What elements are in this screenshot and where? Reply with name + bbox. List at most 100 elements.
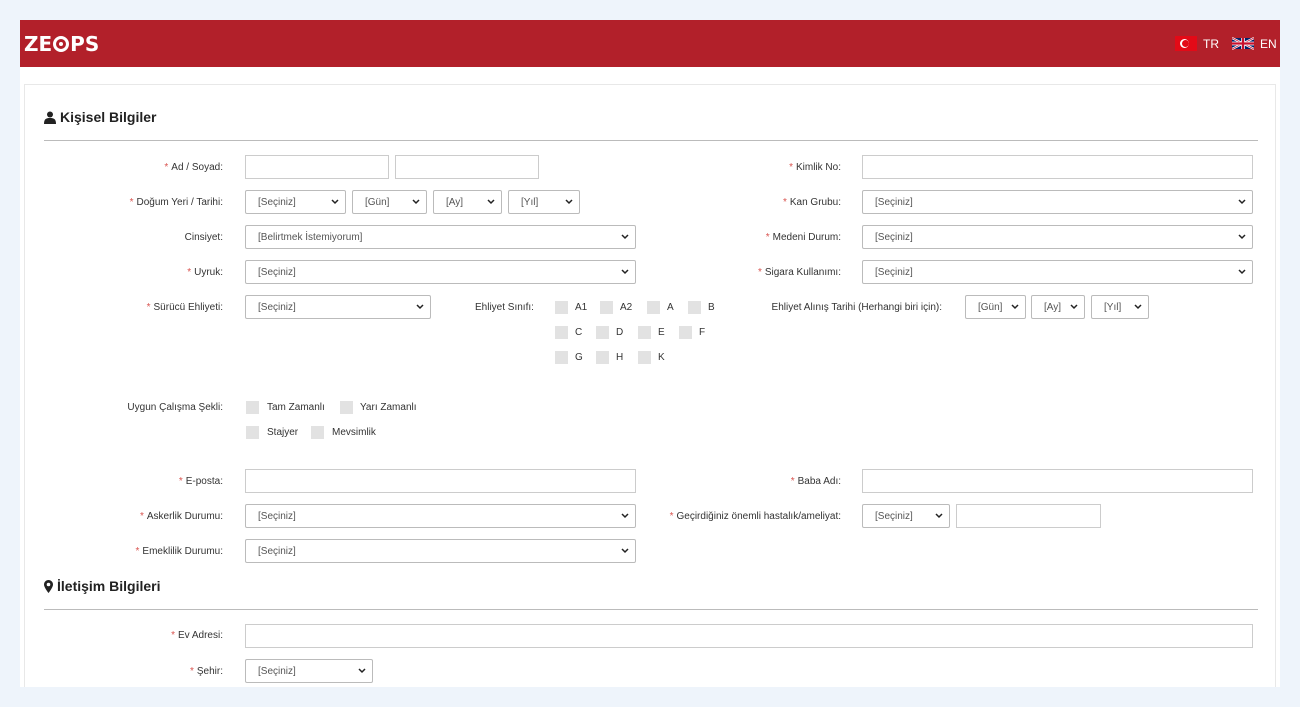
email-input[interactable] bbox=[245, 469, 636, 493]
license-class-f-checkbox[interactable] bbox=[679, 326, 692, 339]
contact-section-title: İletişim Bilgileri bbox=[44, 578, 160, 594]
blood-group-select[interactable]: [Seçiniz] bbox=[862, 190, 1253, 214]
license-date-label: Ehliyet Alınış Tarihi (Herhangi biri içi… bbox=[771, 302, 942, 313]
lang-tr-button[interactable]: TR bbox=[1175, 36, 1219, 51]
chevron-down-icon bbox=[416, 304, 424, 310]
zeops-logo[interactable]: ZE PS bbox=[24, 32, 99, 56]
license-select[interactable]: [Seçiniz] bbox=[245, 295, 431, 319]
nationality-select[interactable]: [Seçiniz] bbox=[245, 260, 636, 284]
section-divider bbox=[44, 140, 1258, 141]
chevron-down-icon bbox=[1134, 304, 1142, 310]
work-seasonal-label: Mevsimlik bbox=[332, 427, 376, 438]
work-seasonal-checkbox[interactable] bbox=[311, 426, 324, 439]
license-class-b-checkbox[interactable] bbox=[688, 301, 701, 314]
turkey-flag-icon bbox=[1175, 36, 1197, 51]
license-label: * Sürücü Ehliyeti: bbox=[146, 302, 223, 313]
license-class-a2-label: A2 bbox=[620, 302, 633, 313]
license-day-select[interactable]: [Gün] bbox=[965, 295, 1026, 319]
name-label: * Ad / Soyad: bbox=[164, 162, 223, 173]
license-class-e-label: E bbox=[658, 327, 665, 338]
chevron-down-icon bbox=[1238, 199, 1246, 205]
chevron-down-icon bbox=[621, 548, 629, 554]
license-class-h-label: H bbox=[616, 352, 624, 363]
father-name-input[interactable] bbox=[862, 469, 1253, 493]
smoking-label: * Sigara Kullanımı: bbox=[757, 267, 841, 278]
birth-place-select[interactable]: [Seçiniz] bbox=[245, 190, 346, 214]
chevron-down-icon bbox=[1238, 269, 1246, 275]
illness-label: * Geçirdiğiniz önemli hastalık/ameliyat: bbox=[669, 511, 841, 522]
chevron-down-icon bbox=[621, 513, 629, 519]
license-class-f-label: F bbox=[699, 327, 706, 338]
work-type-label: Uygun Çalışma Şekli: bbox=[127, 402, 223, 413]
address-input[interactable] bbox=[245, 624, 1253, 648]
user-icon bbox=[44, 111, 56, 124]
chevron-down-icon bbox=[412, 199, 420, 205]
retirement-label: * Emeklilik Durumu: bbox=[135, 546, 223, 557]
license-class-d-label: D bbox=[616, 327, 624, 338]
city-label: * Şehir: bbox=[189, 666, 223, 677]
marital-select[interactable]: [Seçiniz] bbox=[862, 225, 1253, 249]
license-class-c-checkbox[interactable] bbox=[555, 326, 568, 339]
work-parttime-checkbox[interactable] bbox=[340, 401, 353, 414]
blood-label: * Kan Grubu: bbox=[782, 197, 841, 208]
nationality-label: * Uyruk: bbox=[187, 267, 223, 278]
military-select[interactable]: [Seçiniz] bbox=[245, 504, 636, 528]
app-frame: ZE PS TR EN Kişisel Bilgiler * Ad / Soya… bbox=[20, 20, 1280, 687]
work-intern-checkbox[interactable] bbox=[246, 426, 259, 439]
form-card: Kişisel Bilgiler * Ad / Soyad: * Kimlik No… bbox=[24, 84, 1276, 687]
last-name-input[interactable] bbox=[395, 155, 539, 179]
license-class-h-checkbox[interactable] bbox=[596, 351, 609, 364]
license-class-d-checkbox[interactable] bbox=[596, 326, 609, 339]
id-label: * Kimlik No: bbox=[789, 162, 841, 173]
license-class-e-checkbox[interactable] bbox=[638, 326, 651, 339]
illness-select[interactable]: [Seçiniz] bbox=[862, 504, 950, 528]
logo-text-right: PS bbox=[70, 32, 100, 56]
license-class-g-checkbox[interactable] bbox=[555, 351, 568, 364]
chevron-down-icon bbox=[621, 234, 629, 240]
chevron-down-icon bbox=[358, 668, 366, 674]
license-class-k-checkbox[interactable] bbox=[638, 351, 651, 364]
lang-en-button[interactable]: EN bbox=[1232, 36, 1277, 51]
license-class-a-label: A bbox=[667, 302, 674, 313]
license-class-a1-checkbox[interactable] bbox=[555, 301, 568, 314]
gender-label: Cinsiyet: bbox=[184, 232, 223, 243]
work-fulltime-checkbox[interactable] bbox=[246, 401, 259, 414]
chevron-down-icon bbox=[1070, 304, 1078, 310]
logo-target-icon bbox=[53, 36, 70, 52]
license-class-a-checkbox[interactable] bbox=[647, 301, 660, 314]
logo-text-left: ZE bbox=[24, 32, 53, 56]
work-intern-label: Stajyer bbox=[267, 427, 299, 438]
work-fulltime-label: Tam Zamanlı bbox=[267, 402, 325, 413]
marital-label: * Medeni Durum: bbox=[765, 232, 841, 243]
birth-month-select[interactable]: [Ay] bbox=[433, 190, 502, 214]
birth-label: * Doğum Yeri / Tarihi: bbox=[129, 197, 223, 208]
top-bar: ZE PS TR EN bbox=[20, 20, 1280, 67]
license-class-g-label: G bbox=[575, 352, 583, 363]
illness-detail-input[interactable] bbox=[956, 504, 1101, 528]
license-class-a1-label: A1 bbox=[575, 302, 588, 313]
license-month-select[interactable]: [Ay] bbox=[1031, 295, 1085, 319]
map-marker-icon bbox=[44, 579, 53, 593]
gender-select[interactable]: [Belirtmek İstemiyorum] bbox=[245, 225, 636, 249]
retirement-select[interactable]: [Seçiniz] bbox=[245, 539, 636, 563]
lang-tr-label: TR bbox=[1203, 36, 1219, 51]
section-divider bbox=[44, 609, 1258, 610]
smoking-select[interactable]: [Seçiniz] bbox=[862, 260, 1253, 284]
chevron-down-icon bbox=[331, 199, 339, 205]
license-class-a2-checkbox[interactable] bbox=[600, 301, 613, 314]
personal-section-title: Kişisel Bilgiler bbox=[44, 109, 156, 125]
first-name-input[interactable] bbox=[245, 155, 389, 179]
license-year-select[interactable]: [Yıl] bbox=[1091, 295, 1149, 319]
city-select[interactable]: [Seçiniz] bbox=[245, 659, 373, 683]
license-class-c-label: C bbox=[575, 327, 583, 338]
military-label: * Askerlik Durumu: bbox=[139, 511, 223, 522]
father-label: * Baba Adı: bbox=[790, 476, 841, 487]
id-number-input[interactable] bbox=[862, 155, 1253, 179]
chevron-down-icon bbox=[487, 199, 495, 205]
chevron-down-icon bbox=[565, 199, 573, 205]
birth-day-select[interactable]: [Gün] bbox=[352, 190, 427, 214]
birth-year-select[interactable]: [Yıl] bbox=[508, 190, 580, 214]
license-class-label: Ehliyet Sınıfı: bbox=[475, 302, 534, 313]
uk-flag-icon bbox=[1232, 37, 1254, 50]
contact-title-text: İletişim Bilgileri bbox=[57, 578, 161, 594]
